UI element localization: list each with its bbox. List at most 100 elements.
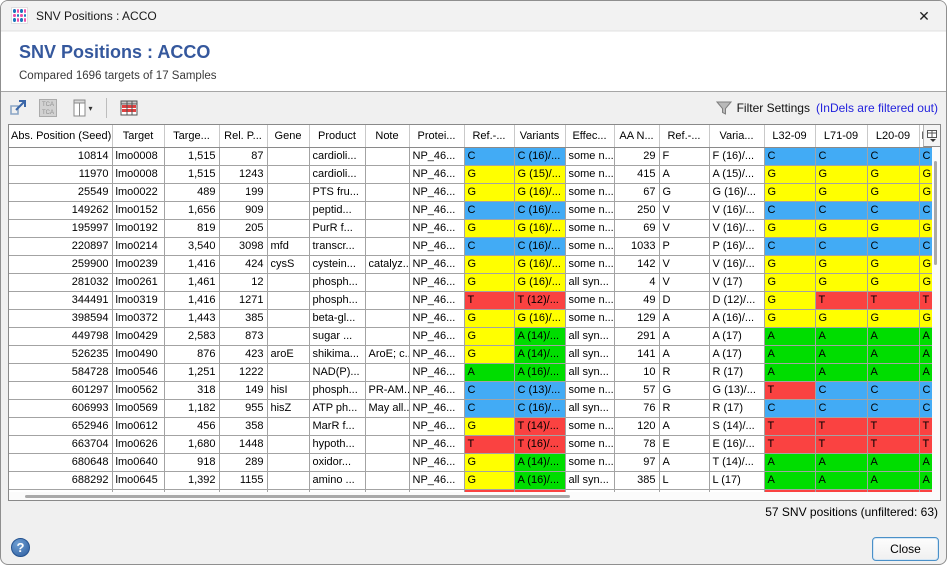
cell-target[interactable]: lmo0008 [112,147,164,165]
cell-rel_position[interactable]: 3098 [219,237,267,255]
cell-target[interactable]: lmo0640 [112,453,164,471]
cell-target[interactable]: lmo0261 [112,273,164,291]
cell-sample_l32_09[interactable]: G [764,291,815,309]
cell-target_length[interactable]: 318 [164,381,219,399]
cell-ref_aa[interactable]: V [659,219,709,237]
cell-gene[interactable] [267,147,309,165]
cell-sample_l32_09[interactable]: T [764,435,815,453]
cell-rel_position[interactable]: 385 [219,309,267,327]
cell-ref_base[interactable]: G [464,273,514,291]
cell-protein[interactable]: NP_46... [409,219,464,237]
cell-sample_l71_09[interactable]: T [815,435,867,453]
cell-variants[interactable]: G (16)/... [514,183,565,201]
cell-variants[interactable]: C (16)/... [514,147,565,165]
table-row[interactable]: 584728lmo05461,2511222NAD(P)...NP_46...A… [9,363,941,381]
cell-target[interactable]: lmo0645 [112,471,164,489]
cell-aa_number[interactable]: 67 [614,183,659,201]
cell-variants[interactable]: T (14)/... [514,417,565,435]
cell-ref_base[interactable]: G [464,183,514,201]
cell-target_length[interactable]: 1,416 [164,255,219,273]
cell-product[interactable]: phosph... [309,381,365,399]
cell-aa_number[interactable]: 1033 [614,237,659,255]
cell-variants[interactable]: A (14)/... [514,327,565,345]
cell-variant_aa[interactable]: A (17) [709,345,764,363]
cell-protein[interactable]: NP_46... [409,453,464,471]
cell-effect[interactable]: all syn... [565,273,614,291]
cell-gene[interactable]: cysS [267,255,309,273]
table-row[interactable]: 526235lmo0490876423aroEshikima...AroE; c… [9,345,941,363]
cell-rel_position[interactable]: 149 [219,381,267,399]
table-row[interactable]: 663704lmo06261,6801448hypoth...NP_46...T… [9,435,941,453]
cell-target_length[interactable]: 918 [164,453,219,471]
cell-rel_position[interactable]: 205 [219,219,267,237]
cell-variant_aa[interactable]: E (16)/... [709,435,764,453]
cell-note[interactable] [365,291,409,309]
cell-variants[interactable]: G (15)/... [514,165,565,183]
cell-rel_position[interactable]: 1222 [219,363,267,381]
cell-gene[interactable]: mfd [267,237,309,255]
cell-product[interactable]: amino ... [309,471,365,489]
cell-rel_position[interactable]: 1155 [219,471,267,489]
cell-variant_aa[interactable]: G (16)/... [709,183,764,201]
cell-abs_position[interactable]: 606993 [9,399,112,417]
cell-abs_position[interactable]: 663704 [9,435,112,453]
cell-protein[interactable]: NP_46... [409,255,464,273]
cell-target[interactable]: lmo0612 [112,417,164,435]
table-row[interactable]: 10814lmo00081,51587cardioli...NP_46...CC… [9,147,941,165]
cell-sample_l20_09[interactable]: G [867,255,919,273]
cell-sample_l32_09[interactable]: T [764,381,815,399]
cell-aa_number[interactable]: 250 [614,201,659,219]
column-header-abs_position[interactable]: Abs. Position (Seed) [9,125,112,147]
cell-sample_l32_09[interactable]: A [764,345,815,363]
cell-sample_l32_09[interactable]: G [764,273,815,291]
cell-sample_l20_09[interactable]: A [867,345,919,363]
cell-ref_aa[interactable]: A [659,327,709,345]
cell-product[interactable]: ATP ph... [309,399,365,417]
cell-product[interactable]: beta-gl... [309,309,365,327]
cell-target_length[interactable]: 2,583 [164,327,219,345]
cell-sample_l20_09[interactable]: A [867,453,919,471]
cell-ref_aa[interactable]: F [659,147,709,165]
cell-ref_aa[interactable]: R [659,399,709,417]
cell-variant_aa[interactable]: V (16)/... [709,255,764,273]
cell-ref_aa[interactable]: V [659,201,709,219]
cell-aa_number[interactable]: 120 [614,417,659,435]
cell-sample_l20_09[interactable]: C [867,381,919,399]
column-header-target[interactable]: Target [112,125,164,147]
cell-ref_aa[interactable]: P [659,237,709,255]
cell-product[interactable]: PTS fru... [309,183,365,201]
cell-ref_aa[interactable]: A [659,417,709,435]
cell-variant_aa[interactable]: R (17) [709,363,764,381]
cell-ref_base[interactable]: G [464,471,514,489]
cell-target[interactable]: lmo0319 [112,291,164,309]
help-button[interactable]: ? [11,538,30,557]
horizontal-scrollbar[interactable] [9,492,940,500]
cell-product[interactable]: NAD(P)... [309,363,365,381]
cell-sample_l32_09[interactable]: G [764,183,815,201]
cell-variant_aa[interactable]: D (12)/... [709,291,764,309]
table-row[interactable]: 25549lmo0022489199PTS fru...NP_46...GG (… [9,183,941,201]
cell-variant_aa[interactable]: V (17) [709,273,764,291]
cell-target[interactable]: lmo0562 [112,381,164,399]
table-row[interactable]: 601297lmo0562318149hisIphosph...PR-AM...… [9,381,941,399]
cell-product[interactable]: cardioli... [309,165,365,183]
cell-aa_number[interactable]: 385 [614,471,659,489]
cell-target_length[interactable]: 1,461 [164,273,219,291]
cell-product[interactable]: transcr... [309,237,365,255]
cell-abs_position[interactable]: 652946 [9,417,112,435]
cell-sample_l20_09[interactable]: T [867,435,919,453]
cell-ref_base[interactable]: C [464,147,514,165]
cell-variants[interactable]: C (16)/... [514,237,565,255]
cell-ref_base[interactable]: G [464,453,514,471]
cell-effect[interactable]: some n... [565,165,614,183]
cell-target[interactable]: lmo0372 [112,309,164,327]
cell-abs_position[interactable]: 259900 [9,255,112,273]
cell-target_length[interactable]: 1,515 [164,165,219,183]
cell-gene[interactable] [267,471,309,489]
cell-abs_position[interactable]: 10814 [9,147,112,165]
cell-gene[interactable] [267,327,309,345]
table-row[interactable]: 259900lmo02391,416424cysScystein...catal… [9,255,941,273]
cell-protein[interactable]: NP_46... [409,237,464,255]
cell-variants[interactable]: T (16)/... [514,435,565,453]
cell-effect[interactable]: some n... [565,237,614,255]
